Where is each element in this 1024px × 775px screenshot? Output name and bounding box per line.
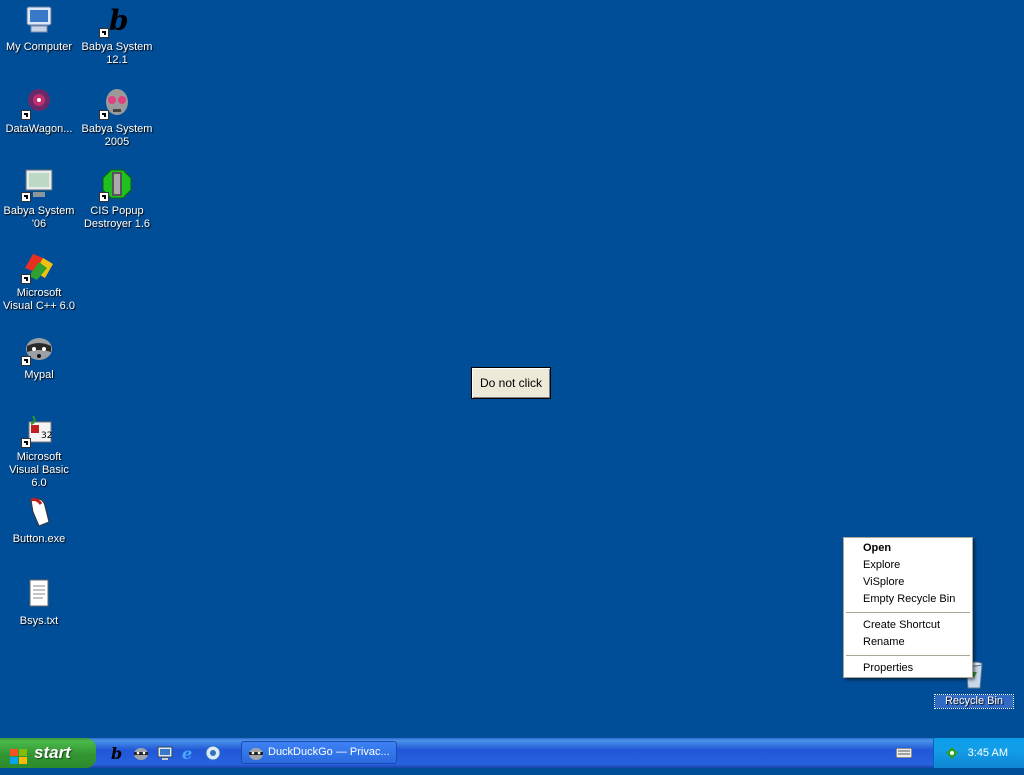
shortcut-arrow-icon (99, 110, 109, 120)
shortcut-arrow-icon (21, 438, 31, 448)
desktop: My Computer DataWagon... Babya System '0… (0, 0, 1024, 738)
svg-text:e: e (182, 744, 192, 762)
start-button[interactable]: start (0, 738, 96, 768)
babya-b-icon[interactable]: b (108, 744, 126, 763)
shortcut-arrow-icon (21, 274, 31, 284)
raccoon-icon[interactable] (132, 744, 150, 762)
browser-icon[interactable] (204, 744, 222, 762)
desktop-icon-label: Microsoft Visual C++ 6.0 (3, 287, 75, 312)
network-icon[interactable] (944, 745, 960, 761)
menu-separator (846, 612, 970, 613)
desktop-icon-label: Recycle Bin (934, 694, 1014, 709)
desktop-icon-babya-06[interactable]: Babya System '06 (0, 168, 78, 231)
desktop-icon-label: Babya System 2005 (81, 123, 153, 148)
desktop-icon-bsys-txt[interactable]: Bsys.txt (0, 578, 78, 628)
menu-item-open[interactable]: Open (844, 540, 972, 557)
desktop-icon-babya-12[interactable]: b Babya System 12.1 (78, 4, 156, 67)
desktop-icon-button-exe[interactable]: Button.exe (0, 496, 78, 546)
shortcut-arrow-icon (21, 356, 31, 366)
menu-item-explore[interactable]: Explore (844, 557, 972, 574)
desktop-icon-label: Microsoft Visual Basic 6.0 (9, 451, 69, 489)
desktop-icon-label: Babya System '06 (3, 205, 75, 230)
clock[interactable]: 3:45 AM (968, 747, 1008, 759)
taskbar-window-title: DuckDuckGo — Privac... (268, 746, 390, 758)
desktop-icon-my-computer[interactable]: My Computer (0, 4, 78, 54)
taskbar-window-duckduckgo[interactable]: DuckDuckGo — Privac... (241, 741, 397, 764)
button-exe-icon (23, 496, 55, 528)
raccoon-icon (248, 745, 264, 761)
svg-text:b: b (111, 744, 122, 762)
quick-launch: b e (108, 744, 222, 763)
menu-item-rename[interactable]: Rename (844, 634, 972, 651)
visual-cpp-icon (21, 250, 55, 284)
taskbar: start b e DuckDuckGo — Privac... 3:45 AM (0, 738, 1024, 768)
desktop-icon-visual-basic[interactable]: 32 Microsoft Visual Basic 6.0 (0, 414, 78, 490)
windows-flag-icon (10, 745, 28, 764)
internet-explorer-icon[interactable]: e (180, 744, 198, 763)
desktop-icon-label: DataWagon... (5, 123, 73, 135)
popup-destroyer-icon (99, 168, 133, 202)
desktop-icon-cis-popup[interactable]: CIS Popup Destroyer 1.6 (78, 168, 156, 231)
desktop-icon-mypal[interactable]: Mypal (0, 332, 78, 382)
start-label: start (34, 743, 71, 762)
desktop-icon-label: Mypal (24, 369, 54, 381)
shortcut-arrow-icon (99, 28, 109, 38)
shortcut-arrow-icon (21, 192, 31, 202)
show-desktop-icon[interactable] (156, 744, 174, 762)
my-computer-icon (23, 4, 55, 36)
desktop-icon-label: Babya System 12.1 (81, 41, 153, 66)
shortcut-arrow-icon (99, 192, 109, 202)
recycle-bin-context-menu: Open Explore ViSplore Empty Recycle Bin … (843, 537, 973, 678)
svg-text:32: 32 (41, 431, 52, 441)
desktop-icon-label: Button.exe (12, 533, 66, 545)
menu-separator (846, 655, 970, 656)
babya-alien-icon (99, 86, 133, 120)
do-not-click-button[interactable]: Do not click (471, 367, 551, 399)
system-tray: 3:45 AM (933, 738, 1024, 768)
menu-item-create-shortcut[interactable]: Create Shortcut (844, 617, 972, 634)
shortcut-arrow-icon (21, 110, 31, 120)
datawagon-icon (21, 86, 55, 120)
menu-item-properties[interactable]: Properties (844, 660, 972, 677)
babya-b-icon: b (99, 4, 133, 38)
keyboard-icon[interactable] (895, 747, 913, 759)
desktop-icon-label: CIS Popup Destroyer 1.6 (83, 205, 151, 230)
mypal-raccoon-icon (21, 332, 55, 366)
babya-monitor-icon (21, 168, 55, 202)
svg-text:b: b (109, 4, 129, 36)
desktop-icon-label: My Computer (5, 41, 73, 53)
desktop-icon-visual-cpp[interactable]: Microsoft Visual C++ 6.0 (0, 250, 78, 313)
menu-item-visplore[interactable]: ViSplore (844, 574, 972, 591)
desktop-icon-babya-2005[interactable]: Babya System 2005 (78, 86, 156, 149)
desktop-icon-label: Bsys.txt (19, 615, 59, 627)
desktop-icon-datawagon[interactable]: DataWagon... (0, 86, 78, 136)
text-file-icon (23, 578, 55, 610)
visual-basic-icon: 32 (21, 414, 55, 448)
menu-item-empty-recycle-bin[interactable]: Empty Recycle Bin (844, 591, 972, 608)
